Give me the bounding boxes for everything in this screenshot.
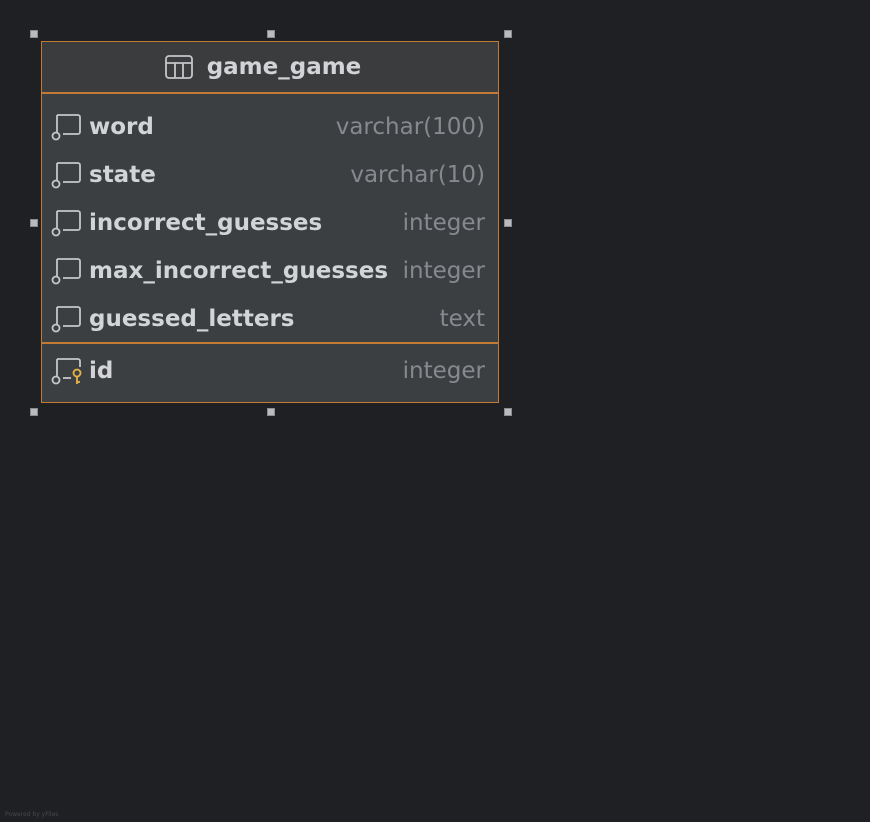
resize-handle-bottom-center[interactable] [267,408,275,416]
column-row-incorrect-guesses[interactable]: incorrect_guesses integer [42,199,498,247]
resize-handle-bottom-right[interactable] [504,408,512,416]
column-icon [51,210,81,237]
powered-by-label: Powered by yFiles [5,811,59,818]
primary-key-section: id integer [42,342,498,398]
column-row-word[interactable]: word varchar(100) [42,103,498,151]
column-name: max_incorrect_guesses [89,258,389,284]
column-icon [51,114,81,141]
table-title: game_game [206,54,362,80]
column-row-state[interactable]: state varchar(10) [42,151,498,199]
column-type: integer [402,258,485,284]
resize-handle-middle-right[interactable] [504,219,512,227]
resize-handle-top-right[interactable] [504,30,512,38]
column-icon [51,258,81,285]
table-header[interactable]: game_game [42,42,498,94]
column-list: word varchar(100) state varchar(10) inco… [42,94,498,342]
column-type: text [439,306,485,332]
diagram-canvas[interactable]: game_game word varchar(100) state varcha… [0,0,870,822]
column-type: integer [402,210,485,236]
column-name: incorrect_guesses [89,210,323,236]
column-name: id [89,358,114,384]
column-name: guessed_letters [89,306,295,332]
resize-handle-bottom-left[interactable] [30,408,38,416]
resize-handle-top-center[interactable] [267,30,275,38]
resize-handle-top-left[interactable] [30,30,38,38]
column-name: state [89,162,156,188]
column-icon [51,162,81,189]
resize-handle-middle-left[interactable] [30,219,38,227]
column-type: varchar(100) [335,114,485,140]
column-icon [51,306,81,333]
column-row-id[interactable]: id integer [42,347,498,395]
column-row-guessed-letters[interactable]: guessed_letters text [42,295,498,343]
table-icon [164,55,193,79]
table-node[interactable]: game_game word varchar(100) state varcha… [41,41,499,403]
column-row-max-incorrect-guesses[interactable]: max_incorrect_guesses integer [42,247,498,295]
column-type: integer [402,358,485,384]
column-name: word [89,114,154,140]
column-type: varchar(10) [350,162,485,188]
primary-key-column-icon [51,358,82,385]
